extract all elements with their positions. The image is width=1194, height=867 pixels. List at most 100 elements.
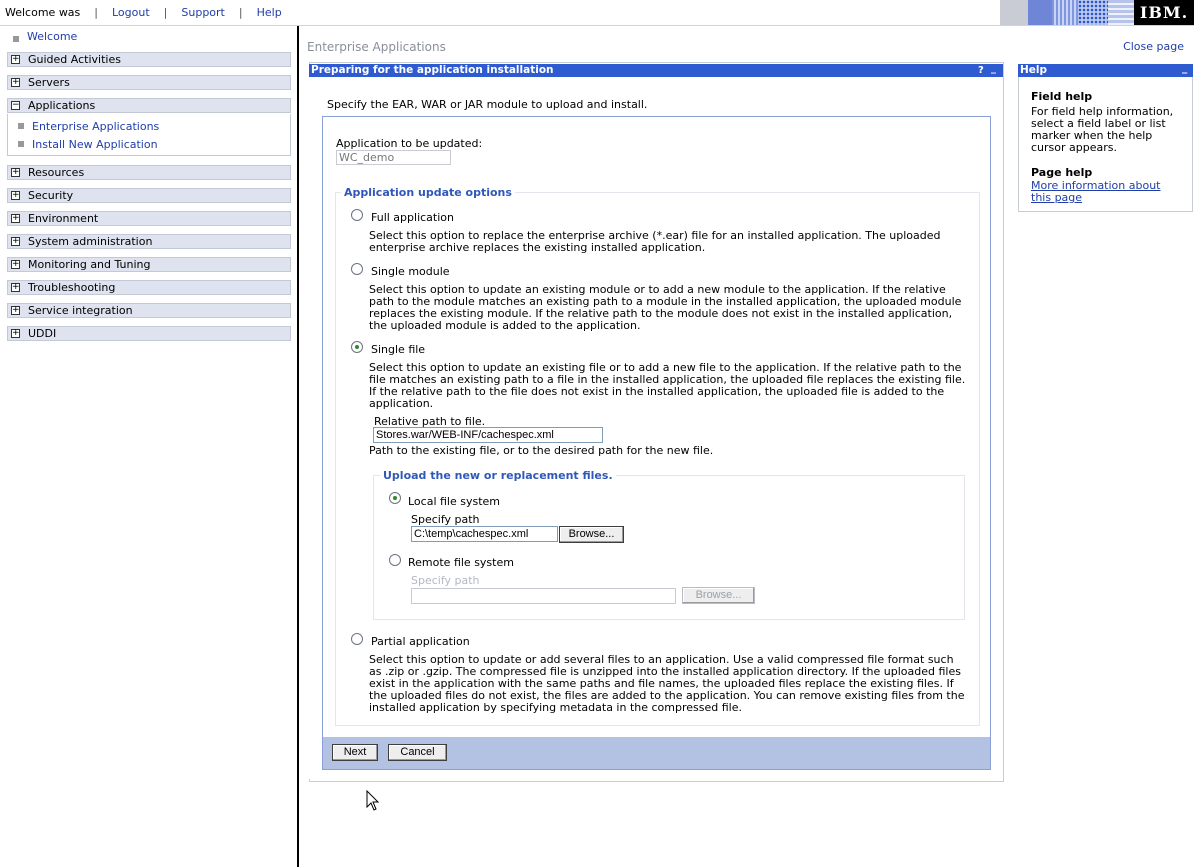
full-application-radio[interactable]	[351, 209, 363, 221]
nav-group-servers[interactable]: + Servers	[7, 75, 291, 90]
welcome-text: Welcome was	[5, 6, 81, 19]
remote-file-system-label[interactable]: Remote file system	[408, 556, 514, 569]
minimize-icon[interactable]: _	[1182, 62, 1187, 75]
expand-icon[interactable]: +	[11, 260, 20, 269]
cancel-button[interactable]: Cancel	[388, 744, 447, 761]
nav-group-label: UDDI	[28, 327, 57, 340]
button-bar: Next Cancel	[323, 737, 990, 769]
expand-icon[interactable]: +	[11, 191, 20, 200]
nav-group-label: Resources	[28, 166, 85, 179]
help-question-icon[interactable]: ?	[978, 64, 984, 77]
help-panel-title: Help	[1020, 64, 1048, 76]
remote-specify-path-label: Specify path	[411, 574, 480, 587]
update-options-fieldset: Application update options Full applicat…	[335, 186, 980, 726]
expand-icon[interactable]: +	[11, 214, 20, 223]
single-module-label[interactable]: Single module	[371, 265, 450, 278]
nav-group-uddi[interactable]: + UDDI	[7, 326, 291, 341]
local-file-system-label[interactable]: Local file system	[408, 495, 500, 508]
support-link[interactable]: Support	[181, 6, 224, 19]
nav-group-service-integration[interactable]: + Service integration	[7, 303, 291, 318]
app-to-update-label: Application to be updated:	[336, 137, 483, 150]
navigation-tree: Welcome + Guided Activities + Servers − …	[0, 26, 299, 867]
minimize-icon[interactable]: _	[991, 62, 996, 75]
nav-group-label: Security	[28, 189, 74, 202]
nav-group-system-administration[interactable]: + System administration	[7, 234, 291, 249]
expand-icon[interactable]: +	[11, 283, 20, 292]
partial-application-label[interactable]: Partial application	[371, 635, 470, 648]
relative-path-input[interactable]: Stores.war/WEB-INF/cachespec.xml	[373, 427, 603, 443]
nav-group-monitoring-and-tuning[interactable]: + Monitoring and Tuning	[7, 257, 291, 272]
close-page-link[interactable]: Close page	[1123, 40, 1184, 53]
nav-subitem-enterprise-applications[interactable]: Enterprise Applications	[18, 120, 159, 133]
main-content: Enterprise Applications Close page Prepa…	[299, 26, 1194, 867]
banner-tile	[1078, 0, 1108, 25]
top-bar: Welcome was | Logout | Support | Help IBM.	[0, 0, 1194, 26]
nav-group-label: Guided Activities	[28, 53, 121, 66]
nav-group-label: Applications	[28, 99, 96, 112]
ibm-banner: IBM.	[1000, 0, 1194, 25]
expand-icon[interactable]: +	[11, 168, 20, 177]
remote-browse-button[interactable]: Browse...	[682, 587, 755, 604]
banner-tile	[1108, 0, 1134, 25]
banner-tile	[1052, 0, 1078, 25]
single-module-description: Select this option to update an existing…	[369, 283, 962, 332]
nav-subitem-install-new-application[interactable]: Install New Application	[18, 138, 158, 151]
expand-icon[interactable]: +	[11, 306, 20, 315]
nav-welcome-item: Welcome	[13, 30, 77, 45]
upload-legend: Upload the new or replacement files.	[380, 469, 616, 482]
breadcrumb: Enterprise Applications	[307, 40, 446, 54]
single-module-radio[interactable]	[351, 263, 363, 275]
logout-link[interactable]: Logout	[112, 6, 150, 19]
next-button[interactable]: Next	[332, 744, 378, 761]
panel-title: Preparing for the application installati…	[311, 64, 554, 76]
single-file-radio[interactable]	[351, 341, 363, 353]
update-options-legend: Application update options	[341, 186, 515, 199]
full-application-label[interactable]: Full application	[371, 211, 454, 224]
partial-application-description: Select this option to update or add seve…	[369, 653, 965, 714]
page-help-link[interactable]: More information about this page	[1031, 180, 1181, 204]
nav-group-label: Monitoring and Tuning	[28, 258, 151, 271]
bullet-icon	[18, 123, 24, 129]
field-help-title: Field help	[1031, 90, 1093, 103]
expand-icon[interactable]: +	[11, 329, 20, 338]
intro-text: Specify the EAR, WAR or JAR module to up…	[327, 98, 648, 111]
nav-group-label: System administration	[28, 235, 153, 248]
nav-group-guided-activities[interactable]: + Guided Activities	[7, 52, 291, 67]
local-specify-path-label: Specify path	[411, 513, 480, 526]
help-link[interactable]: Help	[257, 6, 282, 19]
partial-application-radio[interactable]	[351, 633, 363, 645]
expand-icon[interactable]: +	[11, 78, 20, 87]
separator: |	[94, 6, 98, 19]
expand-icon[interactable]: +	[11, 55, 20, 64]
mouse-pointer-icon	[366, 790, 380, 811]
single-file-label[interactable]: Single file	[371, 343, 425, 356]
upload-fieldset: Upload the new or replacement files. Loc…	[373, 469, 965, 620]
banner-tile	[1000, 0, 1028, 25]
remote-file-system-radio[interactable]	[389, 554, 401, 566]
nav-subitem-link[interactable]: Enterprise Applications	[32, 120, 159, 133]
local-path-input[interactable]: C:\temp\cachespec.xml	[411, 526, 558, 542]
banner-tile	[1028, 0, 1052, 25]
nav-subitem-link[interactable]: Install New Application	[32, 138, 158, 151]
nav-group-troubleshooting[interactable]: + Troubleshooting	[7, 280, 291, 295]
panel-body: Specify the EAR, WAR or JAR module to up…	[309, 77, 1003, 779]
app-to-update-field: WC_demo	[336, 150, 451, 165]
nav-group-applications[interactable]: − Applications	[7, 98, 291, 113]
local-browse-button[interactable]: Browse...	[559, 526, 624, 543]
remote-path-input[interactable]	[411, 588, 676, 604]
nav-group-security[interactable]: + Security	[7, 188, 291, 203]
collapse-icon[interactable]: −	[11, 101, 20, 110]
nav-group-resources[interactable]: + Resources	[7, 165, 291, 180]
nav-group-label: Troubleshooting	[28, 281, 116, 294]
nav-welcome-link[interactable]: Welcome	[27, 30, 77, 43]
nav-group-environment[interactable]: + Environment	[7, 211, 291, 226]
expand-icon[interactable]: +	[11, 237, 20, 246]
update-form: Application to be updated: WC_demo Appli…	[322, 116, 991, 770]
separator: |	[238, 6, 243, 19]
top-nav: Welcome was | Logout | Support | Help	[5, 6, 282, 19]
bullet-icon	[13, 36, 19, 42]
page-help-title: Page help	[1031, 166, 1093, 179]
local-file-system-radio[interactable]	[389, 492, 401, 504]
nav-group-label: Service integration	[28, 304, 133, 317]
nav-group-label: Environment	[28, 212, 99, 225]
